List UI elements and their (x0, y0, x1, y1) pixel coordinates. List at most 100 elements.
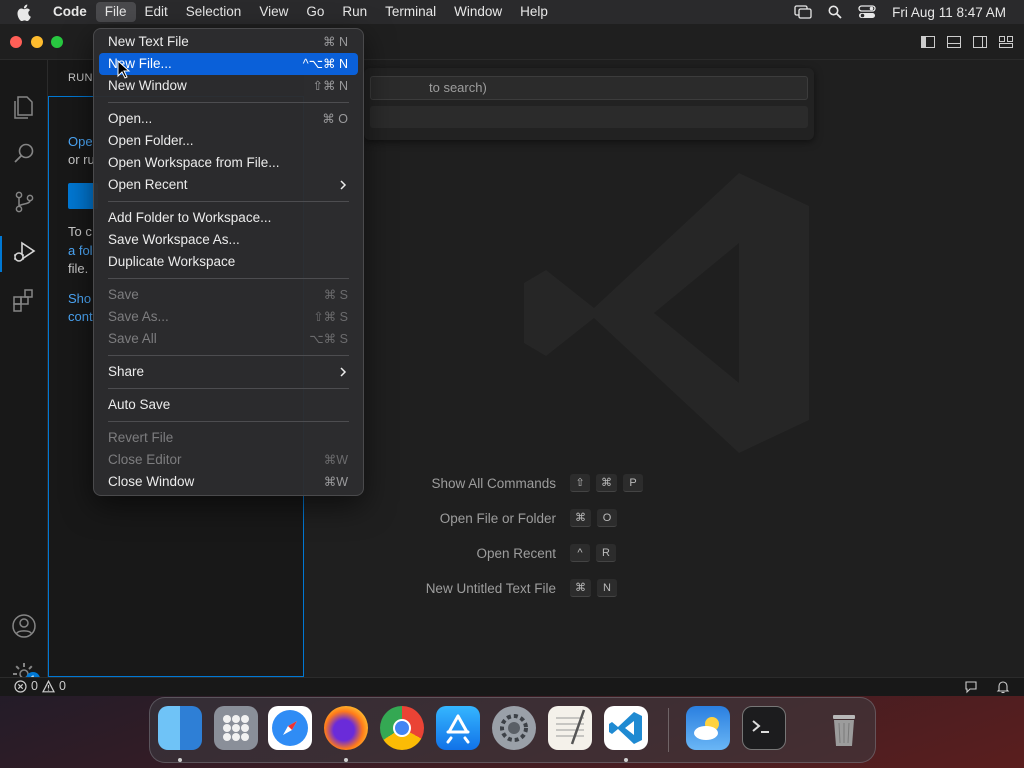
dock-separator (668, 708, 669, 752)
menubar-edit[interactable]: Edit (136, 2, 177, 22)
active-view-indicator (0, 236, 2, 272)
control-center-icon[interactable] (858, 5, 876, 19)
menu-item-duplicate-workspace[interactable]: Duplicate Workspace (99, 251, 358, 273)
sidebar-folder-link[interactable]: a fol (68, 242, 93, 260)
app-store-icon[interactable] (436, 706, 480, 750)
menu-item-close-window[interactable]: Close Window ⌘W (99, 471, 358, 493)
sidebar-show-link-cont[interactable]: cont (68, 308, 93, 326)
menu-item-share[interactable]: Share (99, 361, 358, 383)
toggle-secondary-sidebar-icon[interactable] (972, 34, 988, 50)
menubar-run[interactable]: Run (333, 2, 376, 22)
menu-item-shortcut: ⇧⌘ N (312, 79, 348, 93)
menubar-clock[interactable]: Fri Aug 11 8:47 AM (892, 5, 1006, 20)
menu-item-add-folder-to-workspace[interactable]: Add Folder to Workspace... (99, 207, 358, 229)
shortcut-key: O (597, 509, 617, 527)
menu-item-open-workspace-from-file[interactable]: Open Workspace from File... (99, 152, 358, 174)
shortcut-new-untitled-text-file[interactable]: New Untitled Text File ⌘ N (366, 578, 617, 598)
shortcut-open-recent[interactable]: Open Recent ^ R (366, 543, 616, 563)
menu-item-label: Open Workspace from File... (108, 155, 280, 170)
menubar-app-name[interactable]: Code (44, 2, 96, 22)
shortcut-label: Open Recent (476, 545, 556, 561)
screen-mirroring-icon[interactable] (794, 5, 812, 19)
menu-item-new-text-file[interactable]: New Text File ⌘ N (99, 31, 358, 53)
menu-item-new-window[interactable]: New Window ⇧⌘ N (99, 75, 358, 97)
safari-icon[interactable] (268, 706, 312, 750)
accounts-icon[interactable] (10, 612, 38, 640)
problems-status[interactable]: 0 0 (14, 679, 66, 693)
command-center-input[interactable]: to search) (370, 76, 808, 100)
menu-item-label: Save All (108, 331, 157, 346)
menu-item-label: Close Editor (108, 452, 182, 467)
menu-item-new-file[interactable]: New File... ^⌥⌘ N (99, 53, 358, 75)
toggle-panel-icon[interactable] (946, 34, 962, 50)
menubar-window[interactable]: Window (445, 2, 511, 22)
menu-item-label: Duplicate Workspace (108, 254, 236, 269)
vscode-watermark-logo (524, 173, 809, 453)
warning-icon (41, 679, 55, 692)
sidebar-open-link[interactable]: Ope (68, 133, 93, 151)
shortcut-key: ⇧ (570, 474, 590, 492)
close-window-button[interactable] (10, 36, 22, 48)
menu-separator (99, 383, 358, 394)
shortcut-key: ⌘ (570, 509, 591, 527)
menubar-help[interactable]: Help (511, 2, 557, 22)
finder-icon[interactable] (158, 706, 202, 750)
menu-item-shortcut: ⌘ S (323, 288, 348, 302)
menu-item-close-editor: Close Editor ⌘W (99, 449, 358, 471)
error-icon (14, 679, 27, 693)
status-bar: 0 0 (0, 677, 1024, 696)
menubar-view[interactable]: View (250, 2, 297, 22)
menu-separator (99, 273, 358, 284)
shortcut-show-all-commands[interactable]: Show All Commands ⇧ ⌘ P (366, 473, 643, 493)
system-settings-icon[interactable] (492, 706, 536, 750)
mouse-pointer-icon (117, 60, 131, 79)
chrome-icon[interactable] (380, 706, 424, 750)
menu-item-label: Save (108, 287, 139, 302)
run-debug-icon[interactable] (10, 238, 38, 266)
launchpad-icon[interactable] (214, 706, 258, 750)
minimize-window-button[interactable] (31, 36, 43, 48)
sidebar-show-link[interactable]: Sho (68, 290, 91, 308)
menu-item-open-folder[interactable]: Open Folder... (99, 130, 358, 152)
command-center-row[interactable] (370, 106, 808, 128)
chevron-right-icon (340, 180, 347, 190)
menu-item-label: Add Folder to Workspace... (108, 210, 272, 225)
menubar-go[interactable]: Go (297, 2, 333, 22)
search-icon[interactable] (10, 140, 38, 168)
customize-layout-icon[interactable] (998, 34, 1014, 50)
shortcut-open-file-or-folder[interactable]: Open File or Folder ⌘ O (366, 508, 617, 528)
menubar-terminal[interactable]: Terminal (376, 2, 445, 22)
menu-item-shortcut: ⌘ N (323, 35, 348, 49)
terminal-icon[interactable] (742, 706, 786, 750)
running-indicator (624, 758, 628, 762)
zoom-window-button[interactable] (51, 36, 63, 48)
spotlight-search-icon[interactable] (828, 5, 842, 19)
menu-item-save-all: Save All ⌥⌘ S (99, 328, 358, 350)
menu-item-open-recent[interactable]: Open Recent (99, 174, 358, 196)
menu-item-label: Revert File (108, 430, 174, 445)
extensions-icon[interactable] (10, 286, 38, 314)
explorer-icon[interactable] (10, 92, 38, 120)
chevron-right-icon (340, 367, 347, 377)
shortcut-key: ^ (570, 544, 590, 562)
notifications-bell-icon[interactable] (996, 680, 1010, 697)
weather-icon[interactable] (686, 706, 730, 750)
menubar-selection[interactable]: Selection (177, 2, 251, 22)
menu-item-save-as: Save As... ⇧⌘ S (99, 306, 358, 328)
apple-logo-icon[interactable] (16, 0, 38, 24)
toggle-primary-sidebar-icon[interactable] (920, 34, 936, 50)
menu-item-shortcut: ⌥⌘ S (309, 332, 348, 346)
menu-item-open[interactable]: Open... ⌘ O (99, 108, 358, 130)
menu-item-auto-save[interactable]: Auto Save (99, 394, 358, 416)
trash-icon[interactable] (822, 706, 866, 750)
vscode-icon[interactable] (604, 706, 648, 750)
sidebar-title: RUN (68, 72, 93, 84)
firefox-icon[interactable] (324, 706, 368, 750)
menu-separator (99, 416, 358, 427)
menu-item-save-workspace-as[interactable]: Save Workspace As... (99, 229, 358, 251)
source-control-icon[interactable] (10, 188, 38, 216)
sidebar-text: file. (68, 261, 89, 276)
textedit-icon[interactable] (548, 706, 592, 750)
feedback-icon[interactable] (964, 680, 978, 697)
menubar-file[interactable]: File (95, 2, 136, 22)
